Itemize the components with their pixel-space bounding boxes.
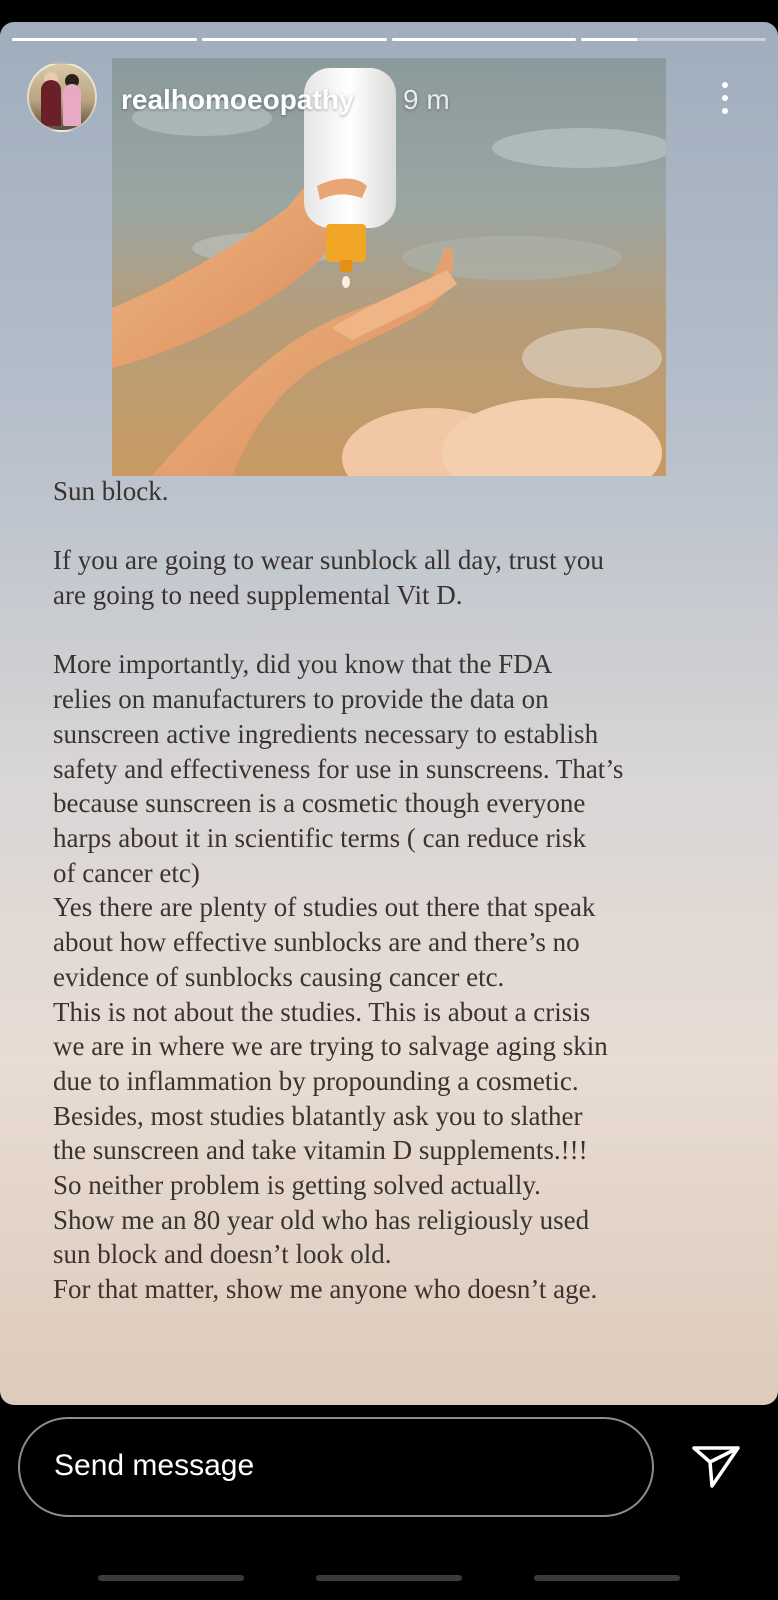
story-text-line: of cancer etc) — [53, 857, 200, 888]
story-text-line: sun block and doesn’t look old. — [53, 1239, 392, 1270]
story-text-paragraph-1: If you are going to wear sunblock all da… — [53, 543, 753, 612]
story-text-line: For that matter, show me anyone who does… — [53, 1274, 598, 1305]
send-icon[interactable] — [690, 1440, 742, 1492]
nav-back-button[interactable] — [534, 1575, 680, 1581]
nav-home-button[interactable] — [316, 1575, 462, 1581]
system-nav-bar — [0, 1575, 778, 1583]
story-progress-bar — [12, 38, 766, 41]
progress-segment — [581, 38, 766, 41]
story-username[interactable]: realhomoeopathy — [121, 84, 354, 116]
story-text-line: about how effective sunblocks are and th… — [53, 927, 580, 958]
story-text-line: harps about it in scientific terms ( can… — [53, 823, 587, 853]
story-container[interactable]: realhomoeopathy 9 m Sun block. If you ar… — [0, 22, 778, 1405]
send-message-input[interactable]: Send message — [18, 1417, 654, 1517]
story-text-line: This is not about the studies. This is a… — [53, 996, 591, 1027]
story-text-line: sunscreen active ingredients necessary t… — [53, 718, 599, 749]
sunscreen-photo — [112, 58, 666, 476]
story-text-line: because sunscreen is a cosmetic though e… — [53, 788, 586, 819]
story-text-line: Show me an 80 year old who has religious… — [53, 1204, 590, 1235]
story-text-line: evidence of sunblocks causing cancer etc… — [53, 961, 505, 992]
story-text-title: Sun block. — [53, 476, 169, 506]
story-text-line: Besides, most studies blatantly ask you … — [53, 1100, 583, 1131]
more-vertical-icon[interactable] — [712, 78, 738, 118]
story-text-paragraph-2: More importantly, did you know that the … — [53, 647, 753, 1306]
send-message-placeholder: Send message — [54, 1449, 255, 1482]
story-text: Sun block. If you are going to wear sunb… — [53, 474, 753, 1307]
avatar[interactable] — [27, 62, 97, 132]
story-text-line: we are in where we are trying to salvage… — [53, 1031, 608, 1062]
story-text-line: Yes there are plenty of studies out ther… — [53, 892, 596, 923]
story-text-line: relies on manufacturers to provide the d… — [53, 684, 549, 715]
story-text-line: If you are going to wear sunblock all da… — [53, 545, 604, 576]
story-text-line: So neither problem is getting solved act… — [53, 1170, 541, 1201]
story-text-line: safety and effectiveness for use in suns… — [53, 753, 624, 784]
progress-segment — [391, 38, 577, 41]
story-text-line: the sunscreen and take vitamin D supplem… — [53, 1135, 588, 1166]
story-text-line: are going to need supplemental Vit D. — [53, 580, 463, 611]
story-text-line: due to inflammation by propounding a cos… — [53, 1065, 579, 1096]
progress-segment — [201, 38, 387, 41]
nav-recent-button[interactable] — [98, 1575, 244, 1581]
progress-segment — [12, 38, 197, 41]
story-text-line: More importantly, did you know that the … — [53, 649, 553, 680]
story-time-ago: 9 m — [403, 84, 450, 115]
